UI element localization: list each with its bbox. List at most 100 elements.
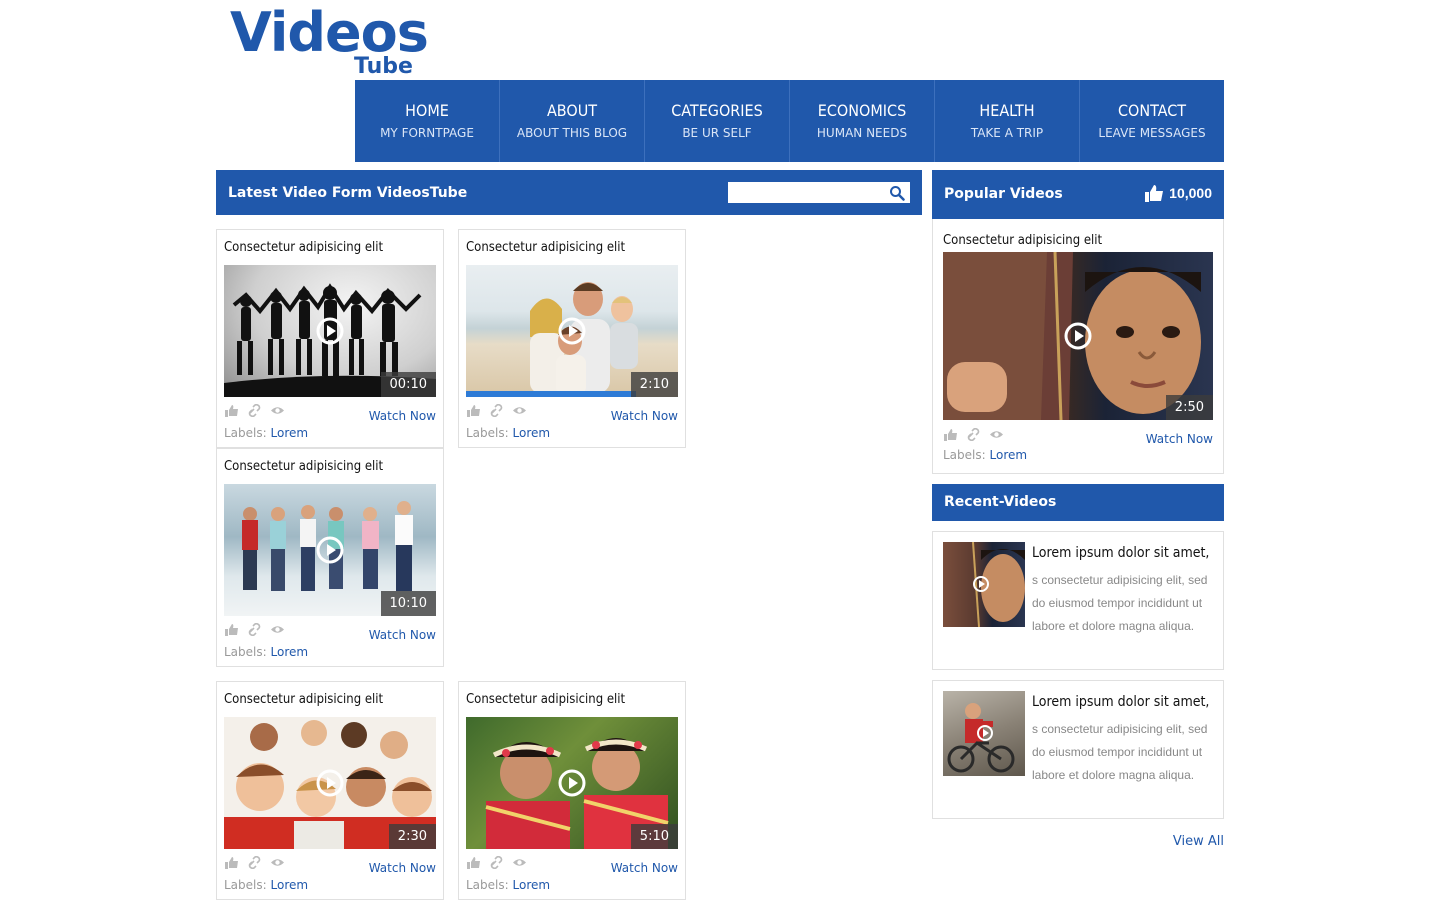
video-title[interactable]: Consectetur adipisicing elit — [224, 240, 383, 255]
recent-thumbnail[interactable] — [943, 542, 1025, 627]
duration-badge: 2:10 — [630, 372, 678, 397]
watch-now-link[interactable]: Watch Now — [611, 409, 678, 423]
thumbs-up-icon[interactable] — [466, 404, 481, 417]
recent-heading[interactable]: Lorem ipsum dolor sit amet, — [1032, 694, 1209, 710]
search-input[interactable] — [729, 184, 879, 202]
recent-heading[interactable]: Lorem ipsum dolor sit amet, — [1032, 545, 1209, 561]
video-title[interactable]: Consectetur adipisicing elit — [466, 692, 625, 707]
watch-now-link[interactable]: Watch Now — [369, 861, 436, 875]
duration-badge: 00:10 — [380, 372, 436, 397]
play-icon[interactable] — [316, 769, 344, 797]
popular-title: Popular Videos — [944, 186, 1063, 202]
nav-subtitle: MY FORNTPAGE — [380, 126, 474, 140]
recent-video-item[interactable]: Lorem ipsum dolor sit amet, s consectetu… — [932, 680, 1224, 819]
link-icon[interactable] — [489, 404, 504, 417]
watch-now-link[interactable]: Watch Now — [369, 628, 436, 642]
label-link[interactable]: Lorem — [990, 448, 1028, 462]
video-card: Consectetur adipisicing elit 2:30 Watch … — [216, 681, 444, 900]
nav-title: ABOUT — [546, 101, 598, 120]
labels-prefix: Labels: — [224, 645, 267, 659]
recent-thumbnail[interactable] — [943, 691, 1025, 776]
thumbs-up-icon[interactable] — [466, 856, 481, 869]
latest-videos-header: Latest Video Form VideosTube — [216, 170, 922, 215]
card-actions — [224, 856, 285, 869]
labels-prefix: Labels: — [943, 448, 986, 462]
card-actions — [466, 404, 527, 417]
watch-now-link[interactable]: Watch Now — [1146, 432, 1213, 446]
labels-row: Labels: Lorem — [466, 426, 550, 440]
nav-title: CONTACT — [1117, 101, 1187, 120]
main-nav: HOME MY FORNTPAGE ABOUT ABOUT THIS BLOG CA… — [355, 80, 1224, 162]
card-actions — [943, 428, 1004, 441]
label-link[interactable]: Lorem — [513, 426, 551, 440]
labels-row: Labels: Lorem — [224, 645, 308, 659]
thumbs-up-icon[interactable] — [224, 623, 239, 636]
eye-icon[interactable] — [989, 428, 1004, 441]
link-icon[interactable] — [247, 856, 262, 869]
label-link[interactable]: Lorem — [271, 426, 309, 440]
site-logo[interactable]: Videos Tube — [230, 4, 429, 80]
logo-subtext: Tube — [354, 54, 413, 79]
link-icon[interactable] — [247, 404, 262, 417]
eye-icon[interactable] — [512, 404, 527, 417]
link-icon[interactable] — [247, 623, 262, 636]
nav-title: HOME — [405, 101, 449, 120]
video-thumbnail[interactable]: 2:10 — [466, 265, 678, 397]
nav-item-about[interactable]: ABOUT ABOUT THIS BLOG — [500, 80, 645, 162]
labels-row: Labels: Lorem — [224, 878, 308, 892]
nav-item-economics[interactable]: ECONOMICS HUMAN NEEDS — [790, 80, 935, 162]
labels-prefix: Labels: — [224, 426, 267, 440]
watch-now-link[interactable]: Watch Now — [369, 409, 436, 423]
labels-row: Labels: Lorem — [224, 426, 308, 440]
child-bicycle-image — [947, 703, 1015, 773]
eye-icon[interactable] — [270, 856, 285, 869]
recent-video-item[interactable]: Lorem ipsum dolor sit amet, s consectetu… — [932, 531, 1224, 670]
nav-item-contact[interactable]: CONTACT LEAVE MESSAGES — [1080, 80, 1224, 162]
eye-icon[interactable] — [270, 623, 285, 636]
video-thumbnail[interactable]: 2:30 — [224, 717, 436, 849]
progress-bar — [466, 391, 636, 397]
recent-excerpt: s consectetur adipisicing elit, sed do e… — [1032, 722, 1208, 782]
labels-prefix: Labels: — [224, 878, 267, 892]
video-title[interactable]: Consectetur adipisicing elit — [466, 240, 625, 255]
video-thumbnail[interactable]: 5:10 — [466, 717, 678, 849]
play-icon[interactable] — [558, 769, 586, 797]
nav-item-home[interactable]: HOME MY FORNTPAGE — [355, 80, 500, 162]
search-box — [728, 182, 910, 203]
video-title[interactable]: Consectetur adipisicing elit — [943, 233, 1102, 248]
thumbs-up-icon[interactable] — [224, 856, 239, 869]
label-link[interactable]: Lorem — [271, 878, 309, 892]
eye-icon[interactable] — [512, 856, 527, 869]
label-link[interactable]: Lorem — [513, 878, 551, 892]
recent-title: Recent-Videos — [944, 494, 1057, 510]
play-icon[interactable] — [316, 317, 344, 345]
search-icon[interactable] — [889, 185, 905, 201]
nav-subtitle: LEAVE MESSAGES — [1098, 126, 1206, 140]
play-icon[interactable] — [316, 536, 344, 564]
label-link[interactable]: Lorem — [271, 645, 309, 659]
play-icon[interactable] — [1064, 322, 1092, 350]
watch-now-link[interactable]: Watch Now — [611, 861, 678, 875]
nav-title: HEALTH — [979, 101, 1035, 120]
nav-item-categories[interactable]: CATEGORIES BE UR SELF — [645, 80, 790, 162]
video-thumbnail[interactable]: 00:10 — [224, 265, 436, 397]
thumbs-up-icon — [1145, 185, 1164, 202]
video-title[interactable]: Consectetur adipisicing elit — [224, 692, 383, 707]
link-icon[interactable] — [966, 428, 981, 441]
card-actions — [224, 623, 285, 636]
video-title[interactable]: Consectetur adipisicing elit — [224, 459, 383, 474]
nav-subtitle: HUMAN NEEDS — [816, 126, 908, 140]
view-all-link[interactable]: View All — [1173, 834, 1224, 849]
card-actions — [466, 856, 527, 869]
duration-badge: 2:30 — [388, 824, 436, 849]
video-thumbnail[interactable]: 10:10 — [224, 484, 436, 616]
labels-prefix: Labels: — [466, 878, 509, 892]
thumbs-up-icon[interactable] — [943, 428, 958, 441]
play-icon[interactable] — [558, 317, 586, 345]
eye-icon[interactable] — [270, 404, 285, 417]
duration-badge: 10:10 — [380, 591, 436, 616]
video-thumbnail[interactable]: 2:50 — [943, 252, 1213, 420]
nav-item-health[interactable]: HEALTH TAKE A TRIP — [935, 80, 1080, 162]
link-icon[interactable] — [489, 856, 504, 869]
thumbs-up-icon[interactable] — [224, 404, 239, 417]
